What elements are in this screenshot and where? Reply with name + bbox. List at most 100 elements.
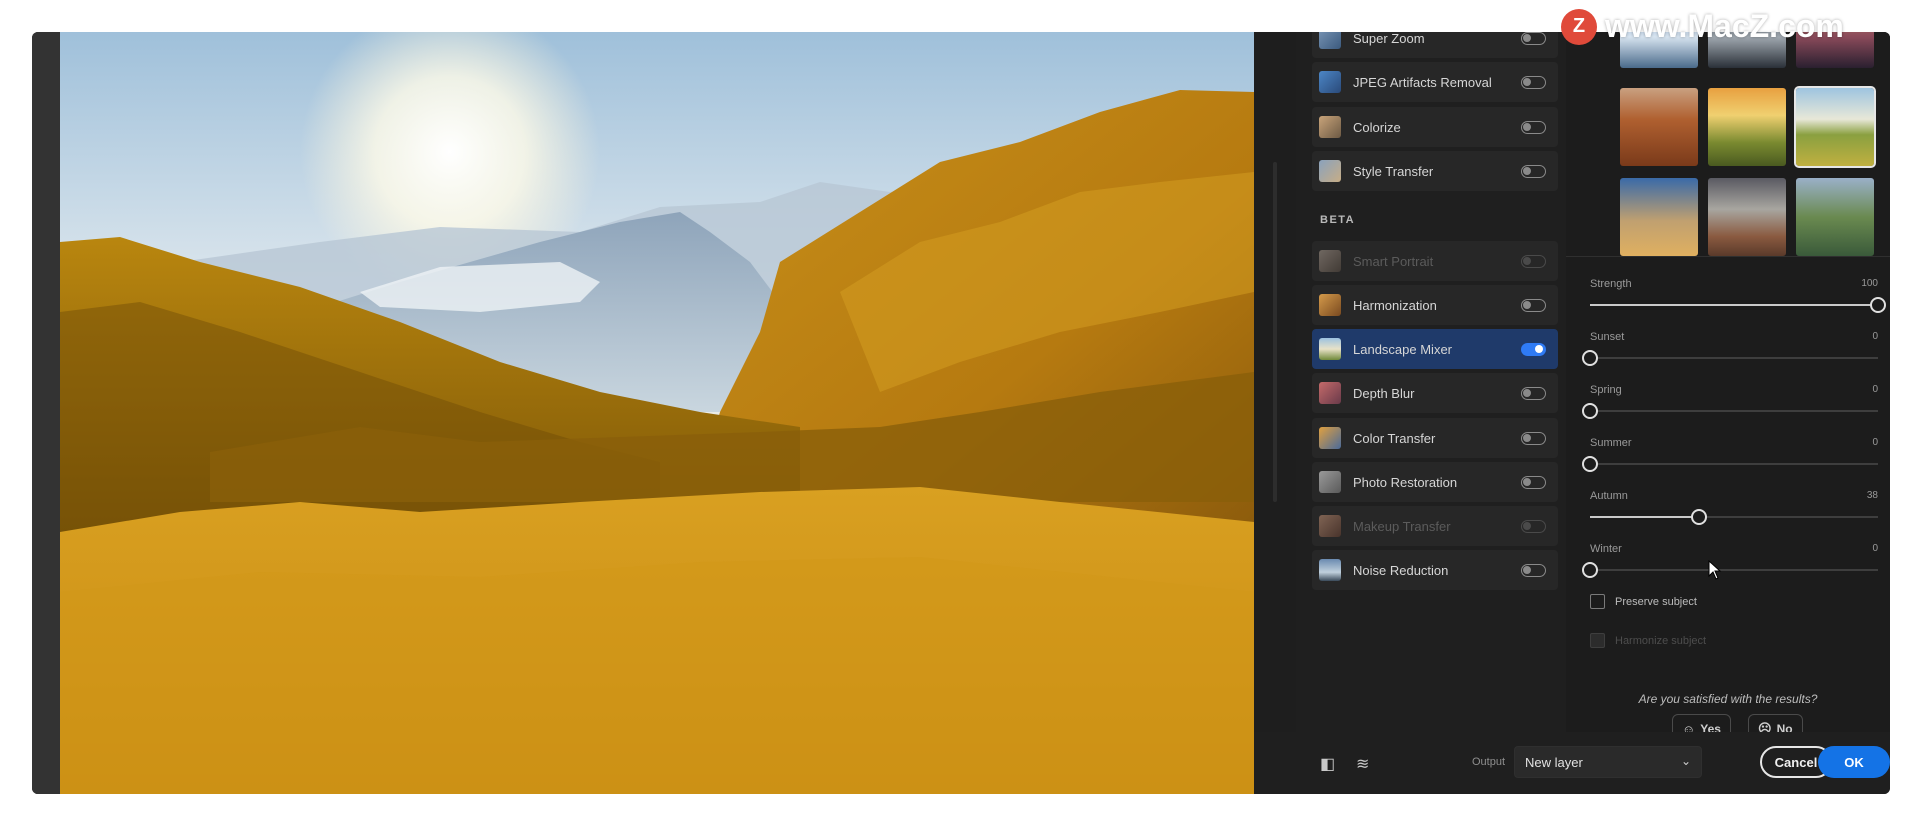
filter-settings-panel: Strength 100 Sunset 0 Spring 0 Summer 0 — [1566, 32, 1890, 744]
section-divider — [1566, 256, 1890, 257]
slider-track[interactable] — [1590, 463, 1878, 465]
filter-toggle[interactable] — [1521, 298, 1546, 312]
filter-toggle[interactable] — [1521, 386, 1546, 400]
filter-label: JPEG Artifacts Removal — [1353, 74, 1492, 90]
filter-toggle[interactable] — [1521, 254, 1546, 268]
slider-value: 100 — [1861, 278, 1878, 289]
filter-item-color-transfer[interactable]: Color Transfer — [1312, 418, 1558, 458]
landscape-preset-thumbnail[interactable] — [1620, 178, 1698, 256]
noise-reduction-thumbnail-icon — [1319, 559, 1341, 581]
filter-item-landscape-mixer[interactable]: Landscape Mixer — [1312, 329, 1558, 369]
macz-logo-icon: Z — [1561, 8, 1597, 45]
filter-label: Smart Portrait — [1353, 253, 1434, 269]
slider-label: Strength — [1590, 278, 1632, 290]
chevron-down-icon: ⌄ — [1680, 754, 1691, 768]
filter-label: Style Transfer — [1353, 163, 1434, 179]
slider-track[interactable] — [1590, 569, 1878, 571]
filter-item-depth-blur[interactable]: Depth Blur — [1312, 373, 1558, 413]
filter-item-photo-restoration[interactable]: Photo Restoration — [1312, 462, 1558, 502]
sunset-slider[interactable]: Sunset 0 — [1582, 331, 1878, 371]
landscape-preset-thumbnail[interactable] — [1708, 178, 1786, 256]
filter-item-smart-portrait[interactable]: Smart Portrait — [1312, 241, 1558, 281]
landscape-preset-grid — [1566, 32, 1890, 256]
filter-label: Photo Restoration — [1353, 474, 1458, 490]
filter-toggle[interactable] — [1521, 75, 1546, 89]
watermark: Z www.MacZ.com — [1561, 8, 1844, 45]
filter-toggle[interactable] — [1521, 342, 1546, 356]
slider-track[interactable] — [1590, 357, 1878, 359]
filter-label: Harmonization — [1353, 297, 1437, 313]
slider-knob[interactable] — [1582, 403, 1598, 419]
filter-item-harmonization[interactable]: Harmonization — [1312, 285, 1558, 325]
slider-knob[interactable] — [1582, 350, 1598, 366]
splitter-handle[interactable] — [1273, 162, 1277, 502]
ok-button[interactable]: OK — [1818, 746, 1890, 778]
slider-value: 0 — [1872, 331, 1878, 342]
photo-restoration-thumbnail-icon — [1319, 471, 1341, 493]
slider-fill — [1590, 516, 1700, 518]
spring-slider[interactable]: Spring 0 — [1582, 384, 1878, 424]
slider-fill — [1590, 304, 1878, 306]
mouse-cursor-icon — [1708, 559, 1722, 585]
filter-toggle[interactable] — [1521, 563, 1546, 577]
neural-filters-window: Super Zoom JPEG Artifacts Removal Colori… — [32, 32, 1890, 794]
landscape-preset-thumbnail[interactable] — [1708, 88, 1786, 166]
filter-item-super-zoom[interactable]: Super Zoom — [1312, 32, 1558, 58]
watermark-text: www.MacZ.com — [1605, 8, 1844, 44]
slider-value: 38 — [1866, 490, 1878, 501]
filter-toggle[interactable] — [1521, 431, 1546, 445]
slider-label: Winter — [1590, 543, 1622, 555]
filter-toggle[interactable] — [1521, 120, 1546, 134]
slider-label: Autumn — [1590, 490, 1628, 502]
preserve-subject-option[interactable]: Preserve subject — [1590, 594, 1697, 609]
filter-item-style-transfer[interactable]: Style Transfer — [1312, 151, 1558, 191]
filter-label: Colorize — [1353, 119, 1401, 135]
filter-toggle[interactable] — [1521, 164, 1546, 178]
filter-label: Makeup Transfer — [1353, 518, 1451, 534]
slider-knob[interactable] — [1870, 297, 1886, 313]
preserve-subject-checkbox[interactable] — [1590, 594, 1605, 609]
slider-knob[interactable] — [1691, 509, 1708, 525]
slider-value: 0 — [1872, 384, 1878, 395]
filter-item-colorize[interactable]: Colorize — [1312, 107, 1558, 147]
filter-item-makeup-transfer[interactable]: Makeup Transfer — [1312, 506, 1558, 546]
filter-toggle[interactable] — [1521, 32, 1546, 45]
filter-list-panel: Super Zoom JPEG Artifacts Removal Colori… — [1296, 32, 1566, 732]
filter-label: Noise Reduction — [1353, 562, 1449, 578]
feedback-question: Are you satisfied with the results? — [1638, 692, 1818, 706]
harmonization-thumbnail-icon — [1319, 294, 1341, 316]
slider-track[interactable] — [1590, 410, 1878, 412]
slider-knob[interactable] — [1582, 456, 1598, 472]
landscape-mixer-thumbnail-icon — [1319, 338, 1341, 360]
summer-slider[interactable]: Summer 0 — [1582, 437, 1878, 477]
slider-value: 0 — [1872, 437, 1878, 448]
output-dropdown[interactable]: New layer ⌄ — [1514, 746, 1702, 778]
filter-item-jpeg-artifacts-removal[interactable]: JPEG Artifacts Removal — [1312, 62, 1558, 102]
harmonize-subject-checkbox[interactable] — [1590, 633, 1605, 648]
slider-label: Summer — [1590, 437, 1632, 449]
autumn-slider[interactable]: Autumn 38 — [1590, 490, 1878, 530]
canvas-area — [32, 32, 1254, 794]
filter-toggle[interactable] — [1521, 475, 1546, 489]
filter-toggle[interactable] — [1521, 519, 1546, 533]
harmonize-subject-option[interactable]: Harmonize subject — [1590, 633, 1706, 648]
checkbox-label: Harmonize subject — [1615, 634, 1707, 647]
beta-section-heading: BETA — [1320, 214, 1356, 226]
compare-view-icon[interactable]: ◧ — [1320, 754, 1335, 774]
layers-icon[interactable]: ≋ — [1356, 754, 1369, 774]
filter-label: Depth Blur — [1353, 385, 1415, 401]
slider-knob[interactable] — [1582, 562, 1598, 578]
bottom-bar: ◧ ≋ Output New layer ⌄ Cancel — [1254, 732, 1890, 794]
landscape-preset-thumbnail[interactable] — [1620, 88, 1698, 166]
landscape-preset-thumbnail[interactable] — [1796, 178, 1874, 256]
super-zoom-thumbnail-icon — [1319, 32, 1341, 49]
checkbox-label: Preserve subject — [1615, 595, 1697, 608]
landscape-preset-thumbnail-selected[interactable] — [1794, 86, 1876, 168]
winter-slider[interactable]: Winter 0 — [1582, 543, 1878, 583]
panel-splitter[interactable] — [1254, 32, 1296, 794]
strength-slider[interactable]: Strength 100 — [1590, 278, 1886, 318]
colorize-thumbnail-icon — [1319, 116, 1341, 138]
filter-item-noise-reduction[interactable]: Noise Reduction — [1312, 550, 1558, 590]
filter-label: Super Zoom — [1353, 32, 1425, 46]
canvas-side-strip — [32, 32, 60, 794]
